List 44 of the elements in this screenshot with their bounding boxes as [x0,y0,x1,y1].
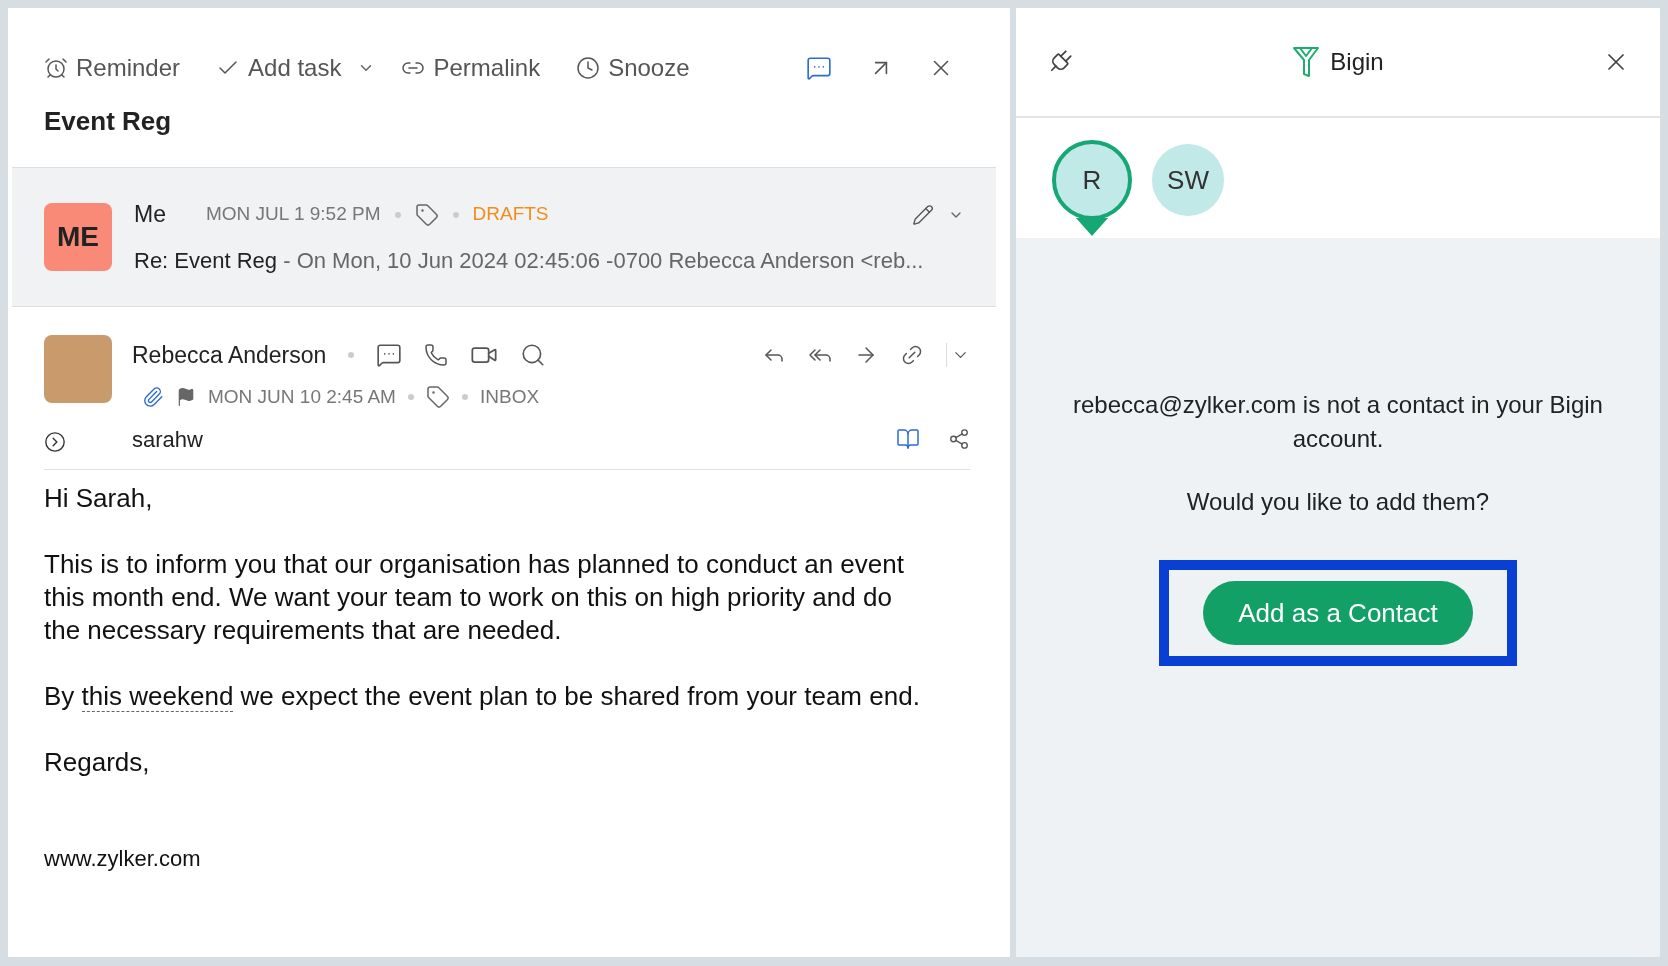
dot-separator [407,394,414,400]
body-paragraph: By this weekend we expect the event plan to be shared from your team end. [44,680,921,713]
chat-icon[interactable] [376,342,403,368]
dot-separator [394,211,401,218]
email-subject: Event Reg [43,105,173,138]
permalink-button[interactable]: Permalink [401,50,541,86]
signature-link[interactable]: www.zylker.com [44,842,201,875]
flag-icon[interactable] [176,387,196,407]
reminder-icon [44,56,68,80]
dot-separator [452,211,459,218]
panel-title: Bigin [1330,47,1384,77]
dot-separator [348,352,355,358]
edit-icon[interactable] [912,203,934,226]
dot-separator [461,394,468,400]
paperclip-icon[interactable] [142,386,164,408]
message-date: MON JUL 1 9:52 PM [205,202,381,227]
snooze-icon [576,56,601,80]
draft-preview: Re: Event Reg - On Mon, 10 Jun 2024 02:45:06 -0700 Rebecca Anderson <reb... [134,246,925,275]
snooze-button[interactable]: Snooze [576,50,690,86]
task-button[interactable]: Add task [216,50,342,86]
chat-icon[interactable] [806,55,832,81]
message-date: MON JUN 10 2:45 AM [208,384,396,409]
reminder-button[interactable]: Reminder [44,50,181,86]
sender-name: Me [134,200,166,230]
not-contact-message: rebecca@zylker.com is not a contact in your Bigin account. [1073,390,1603,454]
date-link[interactable]: this weekend [81,681,234,712]
body-paragraph: This is to inform you that our organisation has planned to conduct an event this month end. We want your team to work on this on high priority and do the necessary requirements that are needed. [44,548,905,647]
tag-icon[interactable] [414,202,439,227]
body-paragraph: Regards, [44,746,151,779]
add-question: Would you like to add them? [1186,487,1490,517]
folder-label: INBOX [479,384,540,409]
draft-row[interactable]: ME Me MON JUL 1 9:52 PM DRAFTS Re: Event Reg - On Mon, 10 Jun 2024 02:45:06 -0700 Rebecca Anderson <reb... [12,167,996,307]
share-icon[interactable] [948,428,970,450]
body-paragraph: Hi Sarah, [44,482,154,515]
funnel-logo-icon [1292,46,1321,78]
recipient-name: sarahw [132,425,203,454]
tag-icon[interactable] [425,385,450,409]
expand-icon[interactable] [44,431,66,453]
book-icon[interactable] [896,427,920,451]
phone-icon[interactable] [424,343,449,367]
sender-name: Rebecca Anderson [132,340,327,370]
folder-label: DRAFTS [472,202,549,227]
sender-avatar: ME [44,203,112,271]
photo-placeholder [44,335,112,403]
